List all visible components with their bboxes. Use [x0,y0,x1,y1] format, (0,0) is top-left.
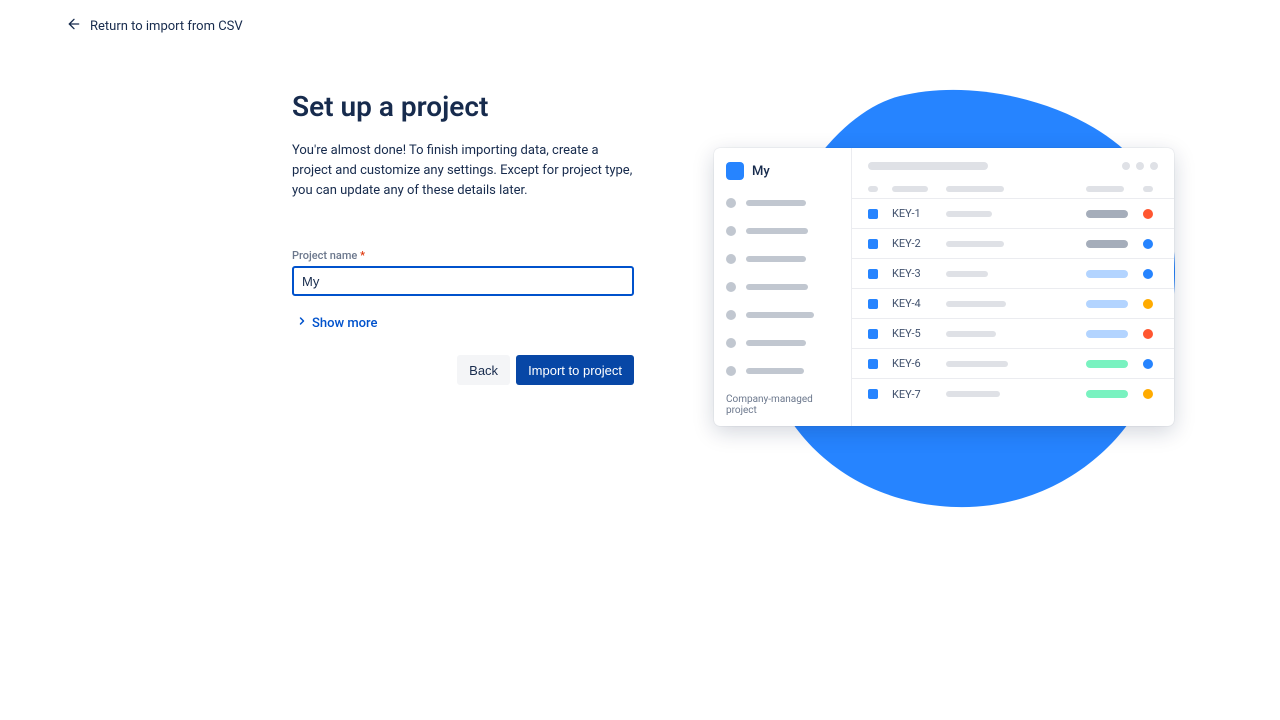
nav-label-placeholder [746,256,806,262]
col-placeholder [946,186,1004,192]
status-pill [1086,210,1128,218]
required-indicator: * [360,249,365,262]
preview-footer-label: Company-managed project [726,394,839,416]
project-name-label: Project name [292,249,357,262]
col-placeholder [1143,186,1153,192]
table-row: KEY-6 [852,349,1174,379]
issue-key: KEY-4 [892,297,946,310]
preview-project-header: My [726,162,839,180]
nav-dot-icon [726,198,736,208]
summary-placeholder [946,391,1000,397]
summary-placeholder [946,361,1008,367]
assignee-dot-icon [1143,359,1153,369]
project-name-label-row: Project name * [292,249,634,262]
nav-label-placeholder [746,368,804,374]
assignee-dot-icon [1143,299,1153,309]
nav-dot-icon [726,254,736,264]
dot-icon [1122,162,1130,170]
summary-placeholder [946,301,1006,307]
status-pill [1086,390,1128,398]
preview-column: My Company-managed project [714,90,1192,385]
col-placeholder [868,186,878,192]
summary-placeholder [946,271,988,277]
dot-icon [1136,162,1144,170]
status-pill [1086,240,1128,248]
summary-placeholder [946,241,1004,247]
issue-type-icon [868,359,878,369]
issue-type-icon [868,329,878,339]
return-link-label: Return to import from CSV [90,19,243,34]
issue-key: KEY-3 [892,267,946,280]
preview-nav-item [726,366,839,376]
preview-nav-item [726,198,839,208]
assignee-dot-icon [1143,239,1153,249]
page-title: Set up a project [292,90,634,123]
back-button[interactable]: Back [457,355,510,385]
preview-card: My Company-managed project [714,148,1174,426]
col-placeholder [892,186,928,192]
issue-key: KEY-5 [892,327,946,340]
table-row: KEY-3 [852,259,1174,289]
preview-table-header [852,180,1174,199]
table-row: KEY-2 [852,229,1174,259]
preview-nav-item [726,338,839,348]
preview-header-dots [1122,162,1158,170]
issue-type-icon [868,269,878,279]
issue-type-icon [868,239,878,249]
nav-dot-icon [726,282,736,292]
assignee-dot-icon [1143,329,1153,339]
import-to-project-button[interactable]: Import to project [516,355,634,385]
status-pill [1086,360,1128,368]
table-row: KEY-1 [852,199,1174,229]
return-link[interactable]: Return to import from CSV [66,16,243,36]
summary-placeholder [946,331,996,337]
preview-project-name: My [752,164,770,179]
nav-dot-icon [726,338,736,348]
table-row: KEY-5 [852,319,1174,349]
issue-key: KEY-6 [892,357,946,370]
preview-nav-item [726,254,839,264]
status-pill [1086,300,1128,308]
form-column: Set up a project You're almost done! To … [292,90,634,385]
preview-sidebar: My Company-managed project [714,148,852,426]
issue-key: KEY-7 [892,388,946,401]
nav-label-placeholder [746,200,806,206]
issue-type-icon [868,299,878,309]
arrow-left-icon [66,16,82,36]
assignee-dot-icon [1143,209,1153,219]
nav-label-placeholder [746,312,814,318]
nav-label-placeholder [746,284,808,290]
preview-nav-item [726,310,839,320]
dot-icon [1150,162,1158,170]
project-avatar-icon [726,162,744,180]
preview-content: KEY-1 KEY-2 KEY-3 KEY-4 KEY-5 KEY-6 KEY-7 [852,148,1174,426]
assignee-dot-icon [1143,269,1153,279]
nav-dot-icon [726,366,736,376]
status-pill [1086,270,1128,278]
show-more-label: Show more [312,316,378,331]
assignee-dot-icon [1143,389,1153,399]
nav-label-placeholder [746,340,806,346]
project-name-input[interactable] [292,266,634,296]
issue-type-icon [868,389,878,399]
preview-nav-item [726,226,839,236]
preview-header-row [852,148,1174,180]
issue-type-icon [868,209,878,219]
nav-dot-icon [726,226,736,236]
issue-key: KEY-1 [892,207,946,220]
chevron-right-icon [296,315,308,331]
issue-key: KEY-2 [892,237,946,250]
show-more-toggle[interactable]: Show more [292,315,378,331]
summary-placeholder [946,211,992,217]
table-row: KEY-4 [852,289,1174,319]
nav-dot-icon [726,310,736,320]
page-description: You're almost done! To finish importing … [292,141,634,201]
preview-title-placeholder [868,162,988,170]
table-row: KEY-7 [852,379,1174,409]
nav-label-placeholder [746,228,808,234]
preview-nav-item [726,282,839,292]
col-placeholder [1086,186,1124,192]
status-pill [1086,330,1128,338]
